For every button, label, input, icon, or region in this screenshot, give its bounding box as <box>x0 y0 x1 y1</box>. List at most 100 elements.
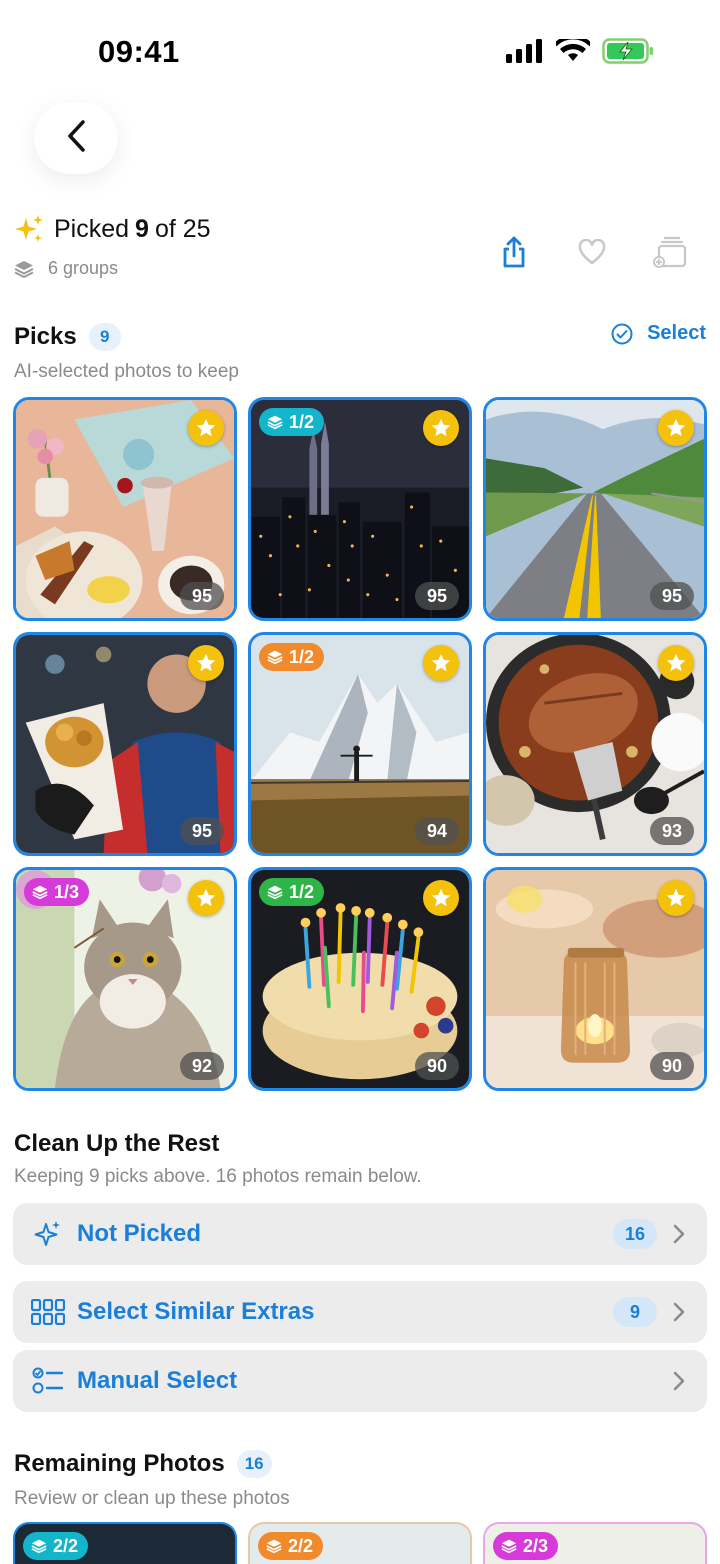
group-badge-label: 2/3 <box>523 1535 549 1556</box>
checklist-icon <box>31 1364 65 1398</box>
score-badge: 95 <box>415 582 459 610</box>
add-to-album-icon[interactable] <box>650 232 690 272</box>
cellular-signal-icon <box>506 39 544 68</box>
photo-tile[interactable]: 1/2 90 <box>248 867 472 1091</box>
summary-prefix: Picked <box>54 214 130 243</box>
remaining-subtitle: Review or clean up these photos <box>14 1488 290 1509</box>
group-badge: 1/2 <box>259 643 325 671</box>
group-badge-label: 2/2 <box>53 1535 79 1556</box>
photo-tile[interactable]: 95 <box>483 397 707 621</box>
cleanup-subtitle: Keeping 9 picks above. 16 photos remain … <box>14 1166 422 1187</box>
not-picked-count: 16 <box>613 1219 657 1249</box>
remaining-header: Remaining Photos 16 <box>14 1450 272 1478</box>
select-similar-extras-label: Select Similar Extras <box>77 1298 315 1325</box>
grid-icon <box>31 1295 65 1329</box>
status-bar: 09:41 <box>0 0 720 100</box>
group-badge-label: 1/2 <box>289 646 315 667</box>
star-icon[interactable] <box>188 645 224 681</box>
remaining-count-badge: 16 <box>236 1450 272 1478</box>
select-similar-extras-count: 9 <box>613 1297 657 1327</box>
summary-title: Picked 9 of 25 <box>14 214 211 244</box>
photo-tile[interactable]: 95 <box>13 632 237 856</box>
group-badge: 2/3 <box>493 1532 559 1560</box>
star-icon[interactable] <box>658 880 694 916</box>
manual-select-row[interactable]: Manual Select <box>13 1350 707 1412</box>
group-badge-label: 2/2 <box>288 1535 314 1556</box>
sparkles-icon <box>14 214 44 244</box>
chevron-right-icon <box>669 1371 689 1391</box>
score-badge: 95 <box>650 582 694 610</box>
checkmark-circle-icon <box>611 323 633 344</box>
score-badge: 92 <box>180 1052 224 1080</box>
group-badge: 1/2 <box>259 408 325 436</box>
star-icon[interactable] <box>188 880 224 916</box>
layers-icon <box>266 1539 282 1554</box>
share-icon[interactable] <box>494 232 534 272</box>
chevron-right-icon <box>669 1224 689 1244</box>
group-badge-label: 1/2 <box>289 411 315 432</box>
chevron-left-icon <box>65 119 87 158</box>
star-icon[interactable] <box>658 645 694 681</box>
star-icon[interactable] <box>423 880 459 916</box>
score-badge: 95 <box>180 817 224 845</box>
picks-header: Picks 9 <box>14 323 121 351</box>
picks-subtitle: AI-selected photos to keep <box>14 361 239 382</box>
score-badge: 90 <box>650 1052 694 1080</box>
layers-icon <box>14 260 34 278</box>
groups-label: 6 groups <box>48 258 119 278</box>
photo-tile[interactable]: 1/2 95 <box>248 397 472 621</box>
layers-icon <box>267 885 283 900</box>
group-badge-label: 1/2 <box>289 881 315 902</box>
select-similar-extras-row[interactable]: Select Similar Extras 9 <box>13 1281 707 1343</box>
picks-count-badge: 9 <box>88 323 121 351</box>
picks-title: Picks <box>14 323 77 350</box>
star-icon[interactable] <box>188 410 224 446</box>
layers-icon <box>32 885 48 900</box>
photo-tile[interactable]: 1/3 92 <box>13 867 237 1091</box>
manual-select-label: Manual Select <box>77 1367 238 1394</box>
remaining-grid: 2/2 2/2 2/3 <box>13 1522 707 1564</box>
photo-tile[interactable]: 95 <box>13 397 237 621</box>
photo-tile[interactable]: 2/2 <box>13 1522 237 1564</box>
layers-icon <box>267 415 283 430</box>
cleanup-title: Clean Up the Rest <box>14 1130 220 1157</box>
sparkle-icon <box>31 1217 65 1251</box>
photo-tile[interactable]: 93 <box>483 632 707 856</box>
toolbar-actions <box>494 232 690 272</box>
score-badge: 90 <box>415 1052 459 1080</box>
select-label: Select <box>647 322 706 344</box>
not-picked-row[interactable]: Not Picked 16 <box>13 1203 707 1265</box>
photo-tile[interactable]: 2/2 <box>248 1522 472 1564</box>
status-time: 09:41 <box>98 34 180 69</box>
layers-icon <box>31 1539 47 1554</box>
summary-groups: 6 groups <box>14 258 211 279</box>
battery-charging-icon <box>602 38 654 69</box>
summary-picked-count: 9 <box>135 214 149 243</box>
layers-icon <box>267 650 283 665</box>
layers-icon <box>501 1539 517 1554</box>
star-icon[interactable] <box>658 410 694 446</box>
heart-icon[interactable] <box>572 232 612 272</box>
photo-tile[interactable]: 2/3 <box>483 1522 707 1564</box>
photo-tile[interactable]: 90 <box>483 867 707 1091</box>
wifi-icon <box>554 35 592 68</box>
chevron-right-icon <box>669 1302 689 1322</box>
photo-tile[interactable]: 1/2 94 <box>248 632 472 856</box>
star-icon[interactable] <box>423 645 459 681</box>
not-picked-label: Not Picked <box>77 1220 202 1247</box>
group-badge: 1/3 <box>24 878 90 906</box>
group-badge-label: 1/3 <box>54 881 80 902</box>
remaining-title: Remaining Photos <box>14 1450 225 1477</box>
summary-total: of 25 <box>154 214 211 243</box>
group-badge: 2/2 <box>23 1532 89 1560</box>
score-badge: 93 <box>650 817 694 845</box>
status-icons <box>506 35 654 69</box>
select-button[interactable]: Select <box>611 322 706 345</box>
score-badge: 95 <box>180 582 224 610</box>
score-badge: 94 <box>415 817 459 845</box>
back-button[interactable] <box>34 102 118 174</box>
picks-grid: 95 1/2 95 95 95 1/2 94 93 1/3 92 1/2 90 … <box>13 397 707 1091</box>
group-badge: 1/2 <box>259 878 325 906</box>
pick-summary: Picked 9 of 25 6 groups <box>14 214 211 279</box>
star-icon[interactable] <box>423 410 459 446</box>
